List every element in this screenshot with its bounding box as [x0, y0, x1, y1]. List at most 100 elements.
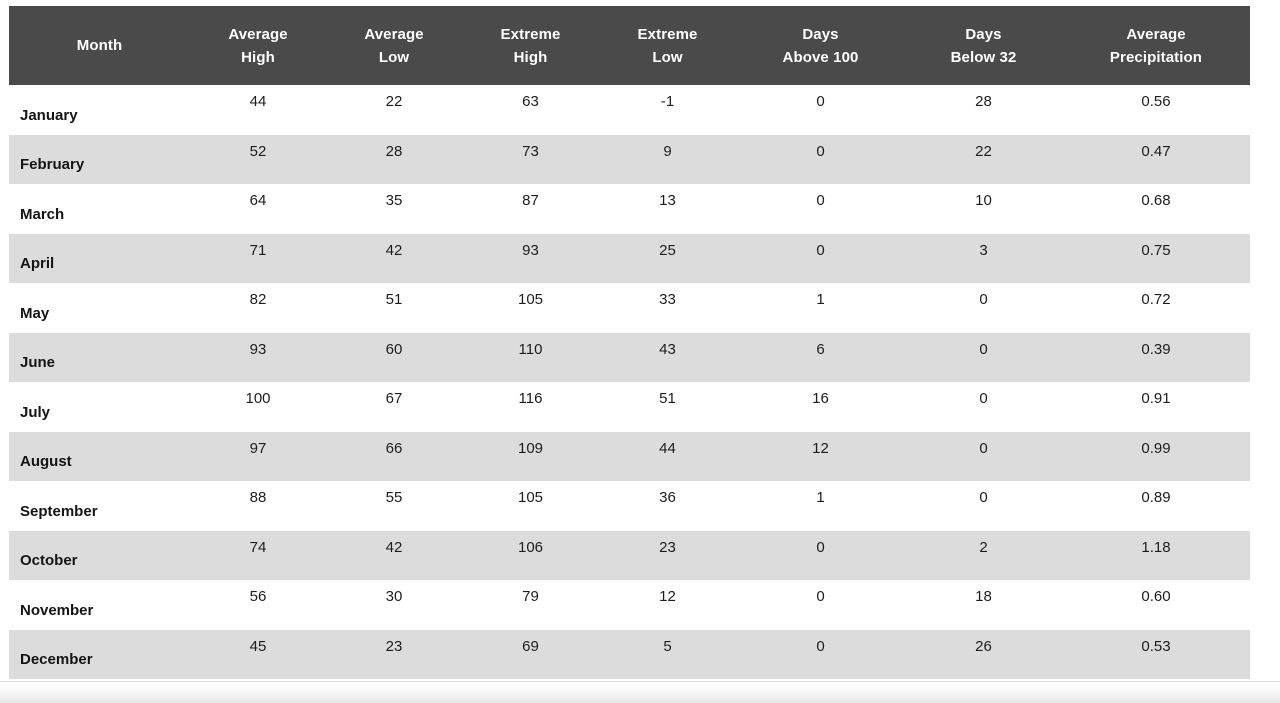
cell-month: May: [9, 283, 190, 333]
cell-average-low: 42: [326, 233, 462, 283]
page-bottom-band: [0, 682, 1280, 703]
cell-days-below-32: 0: [905, 283, 1062, 333]
cell-extreme-low: 33: [599, 283, 736, 333]
cell-days-above-100: 6: [736, 332, 905, 382]
table-header: Month Average High Average Low Extreme H…: [9, 6, 1250, 85]
cell-days-above-100: 0: [736, 530, 905, 580]
cell-average-high: 100: [190, 382, 326, 432]
cell-extreme-high: 116: [462, 382, 599, 432]
cell-days-above-100: 1: [736, 283, 905, 333]
cell-average-precipitation: 0.75: [1062, 233, 1250, 283]
cell-average-high: 56: [190, 580, 326, 630]
cell-extreme-high: 69: [462, 629, 599, 679]
cell-days-below-32: 2: [905, 530, 1062, 580]
column-header-average-precipitation-line2: Precipitation: [1109, 48, 1203, 66]
cell-extreme-low: 23: [599, 530, 736, 580]
cell-average-precipitation: 0.68: [1062, 184, 1250, 234]
column-header-average-precipitation-line1: Average: [1126, 25, 1186, 43]
cell-average-precipitation: 0.39: [1062, 332, 1250, 382]
cell-extreme-low: -1: [599, 85, 736, 135]
column-header-average-low-line1: Average: [364, 25, 424, 43]
cell-extreme-low: 36: [599, 481, 736, 531]
document-page: Month Average High Average Low Extreme H…: [0, 0, 1280, 682]
table-row: October 74 42 106 23 0 2 1.18: [9, 530, 1250, 580]
column-header-average-precipitation: Average Precipitation: [1062, 6, 1250, 85]
table-row: February 52 28 73 9 0 22 0.47: [9, 134, 1250, 184]
cell-average-precipitation: 1.18: [1062, 530, 1250, 580]
cell-average-low: 67: [326, 382, 462, 432]
column-header-extreme-high-line1: Extreme: [500, 25, 561, 43]
column-header-average-low-line2: Low: [378, 48, 410, 66]
cell-average-high: 71: [190, 233, 326, 283]
cell-extreme-low: 5: [599, 629, 736, 679]
cell-extreme-low: 25: [599, 233, 736, 283]
cell-average-low: 30: [326, 580, 462, 630]
cell-month: January: [9, 85, 190, 135]
cell-average-high: 52: [190, 134, 326, 184]
cell-month: June: [9, 332, 190, 382]
cell-average-precipitation: 0.91: [1062, 382, 1250, 432]
column-header-extreme-high: Extreme High: [462, 6, 599, 85]
cell-average-high: 97: [190, 431, 326, 481]
cell-average-low: 51: [326, 283, 462, 333]
cell-month: October: [9, 530, 190, 580]
cell-average-high: 44: [190, 85, 326, 135]
cell-days-below-32: 18: [905, 580, 1062, 630]
cell-average-precipitation: 0.53: [1062, 629, 1250, 679]
table-row: August 97 66 109 44 12 0 0.99: [9, 431, 1250, 481]
cell-average-high: 45: [190, 629, 326, 679]
cell-extreme-high: 79: [462, 580, 599, 630]
cell-extreme-low: 44: [599, 431, 736, 481]
table-row: May 82 51 105 33 1 0 0.72: [9, 283, 1250, 333]
cell-days-above-100: 0: [736, 85, 905, 135]
cell-average-low: 22: [326, 85, 462, 135]
cell-month: August: [9, 431, 190, 481]
monthly-climate-normals-table: Month Average High Average Low Extreme H…: [9, 6, 1250, 679]
cell-average-precipitation: 0.47: [1062, 134, 1250, 184]
cell-extreme-low: 9: [599, 134, 736, 184]
cell-days-below-32: 0: [905, 481, 1062, 531]
cell-month: March: [9, 184, 190, 234]
cell-days-above-100: 0: [736, 134, 905, 184]
column-header-days-below-32: Days Below 32: [905, 6, 1062, 85]
column-header-days-below-32-line1: Days: [965, 25, 1002, 43]
table-row: April 71 42 93 25 0 3 0.75: [9, 233, 1250, 283]
cell-days-below-32: 26: [905, 629, 1062, 679]
cell-extreme-high: 106: [462, 530, 599, 580]
cell-extreme-low: 12: [599, 580, 736, 630]
column-header-month: Month: [9, 6, 190, 85]
column-header-days-above-100: Days Above 100: [736, 6, 905, 85]
cell-average-high: 82: [190, 283, 326, 333]
cell-extreme-high: 73: [462, 134, 599, 184]
cell-extreme-high: 87: [462, 184, 599, 234]
table-body: January 44 22 63 -1 0 28 0.56 February 5…: [9, 85, 1250, 679]
cell-month: April: [9, 233, 190, 283]
column-header-days-above-100-line2: Above 100: [782, 48, 859, 66]
cell-month: February: [9, 134, 190, 184]
cell-average-low: 60: [326, 332, 462, 382]
column-header-average-high: Average High: [190, 6, 326, 85]
cell-average-precipitation: 0.99: [1062, 431, 1250, 481]
cell-days-below-32: 0: [905, 332, 1062, 382]
table-row: March 64 35 87 13 0 10 0.68: [9, 184, 1250, 234]
cell-extreme-low: 43: [599, 332, 736, 382]
cell-average-precipitation: 0.89: [1062, 481, 1250, 531]
cell-days-above-100: 0: [736, 629, 905, 679]
cell-days-below-32: 3: [905, 233, 1062, 283]
table-row: November 56 30 79 12 0 18 0.60: [9, 580, 1250, 630]
column-header-extreme-low: Extreme Low: [599, 6, 736, 85]
cell-extreme-high: 109: [462, 431, 599, 481]
column-header-days-above-100-line1: Days: [802, 25, 839, 43]
table-row: June 93 60 110 43 6 0 0.39: [9, 332, 1250, 382]
cell-extreme-high: 105: [462, 481, 599, 531]
cell-extreme-high: 93: [462, 233, 599, 283]
cell-extreme-high: 105: [462, 283, 599, 333]
cell-extreme-high: 110: [462, 332, 599, 382]
cell-days-above-100: 0: [736, 184, 905, 234]
cell-days-above-100: 1: [736, 481, 905, 531]
column-header-month-line1: Month: [76, 37, 123, 54]
cell-month: December: [9, 629, 190, 679]
cell-average-low: 55: [326, 481, 462, 531]
column-header-extreme-high-line2: High: [513, 48, 548, 66]
cell-days-below-32: 0: [905, 431, 1062, 481]
